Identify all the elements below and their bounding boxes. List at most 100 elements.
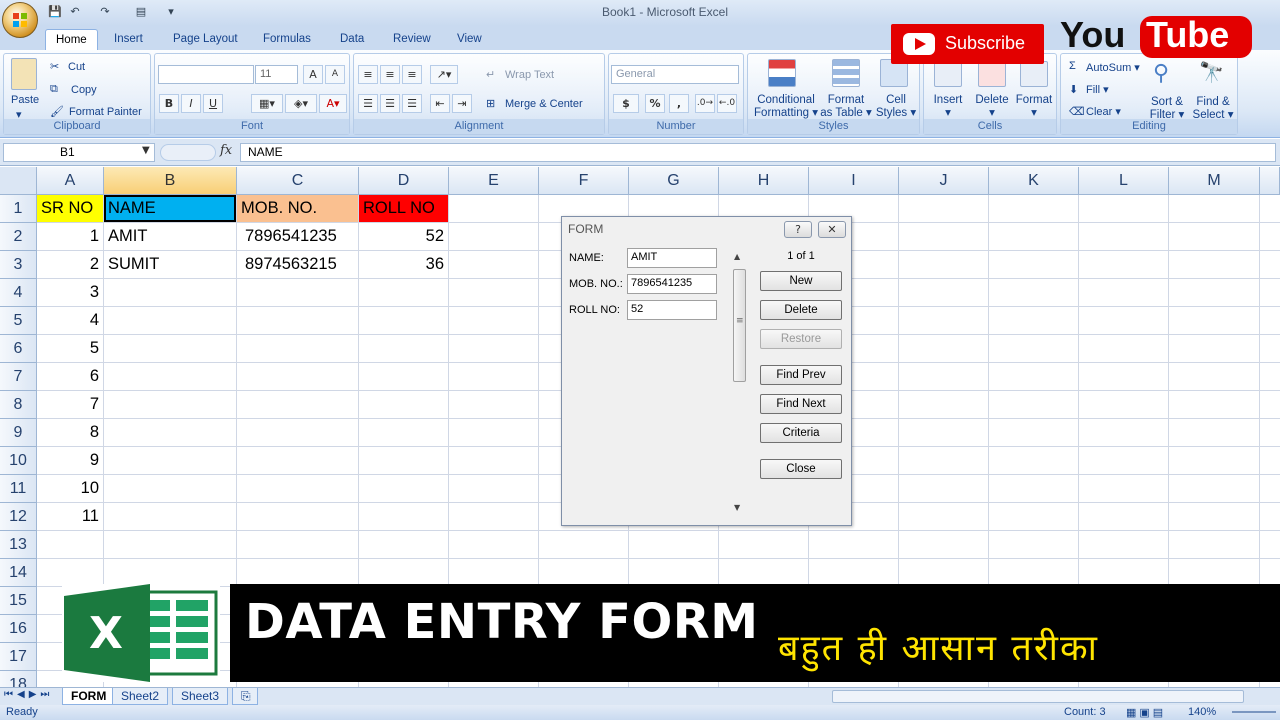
cell-A2[interactable]: 1 <box>37 223 103 250</box>
cell-A4[interactable]: 3 <box>37 279 103 306</box>
column-header-J[interactable]: J <box>899 167 989 195</box>
tab-page-layout[interactable]: Page Layout <box>163 29 248 50</box>
row-header-17[interactable]: 17 <box>0 643 37 671</box>
sheet-tab-form[interactable]: FORM <box>62 688 116 705</box>
align-center-icon[interactable]: ☰ <box>380 94 400 113</box>
delete-cells-button[interactable]: Delete ▾ <box>971 94 1013 120</box>
increase-decimal-icon[interactable]: .0→ <box>695 94 715 113</box>
row-header-8[interactable]: 8 <box>0 391 37 419</box>
help-button[interactable]: ? <box>784 221 812 238</box>
close-button[interactable]: Close <box>760 459 842 479</box>
name-box[interactable]: B1 <box>3 143 155 162</box>
row-header-11[interactable]: 11 <box>0 475 37 503</box>
cell-B2[interactable]: AMIT <box>104 223 236 250</box>
currency-button[interactable]: $ <box>613 94 639 113</box>
qat-customize-icon[interactable]: ▾ <box>164 5 178 19</box>
horizontal-scrollbar[interactable] <box>832 690 1244 703</box>
column-header-G[interactable]: G <box>629 167 719 195</box>
name-field[interactable]: AMIT <box>627 248 717 268</box>
name-box-dropdown-icon[interactable]: ▼ <box>142 145 150 156</box>
criteria-button[interactable]: Criteria <box>760 423 842 443</box>
conditional-formatting-button[interactable]: Conditional Formatting ▾ <box>752 94 820 120</box>
decrease-indent-icon[interactable]: ⇤ <box>430 94 450 113</box>
restore-button[interactable]: Restore <box>760 329 842 349</box>
cell-A12[interactable]: 11 <box>37 503 103 530</box>
find-prev-button[interactable]: Find Prev <box>760 365 842 385</box>
column-header-H[interactable]: H <box>719 167 809 195</box>
format-cells-button[interactable]: Format ▾ <box>1012 94 1056 120</box>
tab-view[interactable]: View <box>447 29 492 50</box>
sheet-tab-sheet3[interactable]: Sheet3 <box>172 688 229 705</box>
sheet-tab-sheet2[interactable]: Sheet2 <box>112 688 169 705</box>
row-header-14[interactable]: 14 <box>0 559 37 587</box>
find-next-button[interactable]: Find Next <box>760 394 842 414</box>
row-header-4[interactable]: 4 <box>0 279 37 307</box>
cell-A1[interactable]: SR NO <box>37 195 103 222</box>
office-button[interactable] <box>2 2 38 38</box>
bold-button[interactable]: B <box>159 94 179 113</box>
grow-font-icon[interactable]: A <box>303 65 323 84</box>
format-as-table-button[interactable]: Format as Table ▾ <box>820 94 872 120</box>
row-header-7[interactable]: 7 <box>0 363 37 391</box>
roll-field[interactable]: 52 <box>627 300 717 320</box>
autosum-button[interactable]: AutoSum ▾ <box>1086 61 1140 74</box>
column-header-D[interactable]: D <box>359 167 449 195</box>
row-header-2[interactable]: 2 <box>0 223 37 251</box>
cell-D1[interactable]: ROLL NO <box>359 195 448 222</box>
clear-button[interactable]: Clear ▾ <box>1086 105 1121 118</box>
cell-C1[interactable]: MOB. NO. <box>237 195 358 222</box>
column-header-M[interactable]: M <box>1169 167 1260 195</box>
row-header-13[interactable]: 13 <box>0 531 37 559</box>
column-header-I[interactable]: I <box>809 167 899 195</box>
mob-field[interactable]: 7896541235 <box>627 274 717 294</box>
borders-icon[interactable]: ▦▾ <box>251 94 283 113</box>
align-middle-icon[interactable]: ≡ <box>380 65 400 84</box>
cell-A11[interactable]: 10 <box>37 475 103 502</box>
formula-input[interactable]: NAME <box>240 143 1276 162</box>
cell-C2[interactable]: 7896541235 <box>237 223 358 250</box>
scroll-down-icon[interactable]: ▼ <box>734 503 740 512</box>
font-size-combo[interactable]: 11 <box>255 65 298 84</box>
insert-cells-button[interactable]: Insert ▾ <box>928 94 968 120</box>
cell-A5[interactable]: 4 <box>37 307 103 334</box>
row-header-12[interactable]: 12 <box>0 503 37 531</box>
column-header-L[interactable]: L <box>1079 167 1169 195</box>
view-buttons-icon[interactable]: ▦▣▤ <box>1126 706 1166 719</box>
zoom-slider[interactable] <box>1232 711 1276 713</box>
redo-icon[interactable]: ↷ <box>98 5 112 19</box>
cell-A7[interactable]: 6 <box>37 363 103 390</box>
increase-indent-icon[interactable]: ⇥ <box>452 94 472 113</box>
column-header-C[interactable]: C <box>237 167 359 195</box>
cut-button[interactable]: Cut <box>68 61 85 73</box>
tab-formulas[interactable]: Formulas <box>253 29 321 50</box>
insert-sheet-icon[interactable]: ⎘ <box>232 688 258 705</box>
cell-styles-button[interactable]: Cell Styles ▾ <box>874 94 918 120</box>
cell-A10[interactable]: 9 <box>37 447 103 474</box>
dialog-close-icon[interactable]: ✕ <box>818 221 846 238</box>
orientation-icon[interactable]: ↗▾ <box>430 65 458 84</box>
column-header-E[interactable]: E <box>449 167 539 195</box>
merge-center-button[interactable]: Merge & Center <box>505 98 583 110</box>
cell-A6[interactable]: 5 <box>37 335 103 362</box>
row-header-5[interactable]: 5 <box>0 307 37 335</box>
align-right-icon[interactable]: ☰ <box>402 94 422 113</box>
cell-A8[interactable]: 7 <box>37 391 103 418</box>
font-name-combo[interactable] <box>158 65 254 84</box>
tab-insert[interactable]: Insert <box>104 29 153 50</box>
row-header-16[interactable]: 16 <box>0 615 37 643</box>
scroll-up-icon[interactable]: ▲ <box>734 252 740 261</box>
column-header-B[interactable]: B <box>104 167 237 195</box>
new-button[interactable]: New <box>760 271 842 291</box>
zoom-level[interactable]: 140% <box>1188 706 1216 718</box>
column-header-F[interactable]: F <box>539 167 629 195</box>
column-header-K[interactable]: K <box>989 167 1079 195</box>
row-header-1[interactable]: 1 <box>0 195 37 223</box>
insert-function-icon[interactable]: fx <box>220 143 232 158</box>
delete-button[interactable]: Delete <box>760 300 842 320</box>
row-header-3[interactable]: 3 <box>0 251 37 279</box>
align-top-icon[interactable]: ≡ <box>358 65 378 84</box>
align-bottom-icon[interactable]: ≡ <box>402 65 422 84</box>
tab-home[interactable]: Home <box>45 29 98 50</box>
font-color-icon[interactable]: A▾ <box>319 94 347 113</box>
row-header-15[interactable]: 15 <box>0 587 37 615</box>
